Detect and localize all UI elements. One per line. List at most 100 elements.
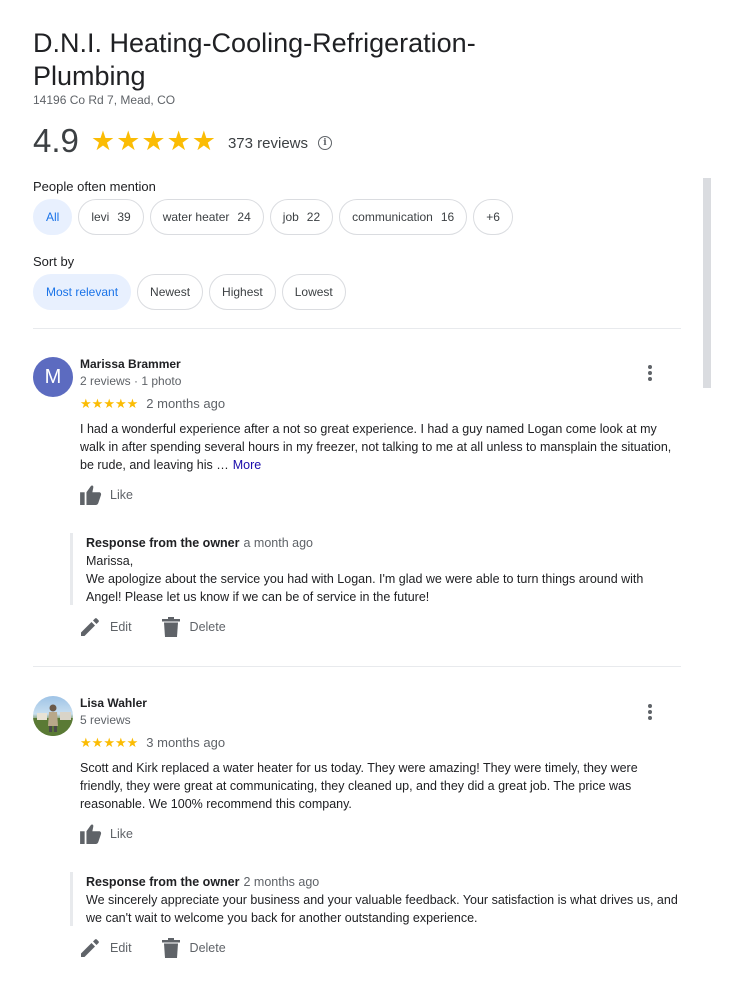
- chip-all[interactable]: All: [33, 199, 73, 235]
- mentions-label: People often mention: [33, 179, 156, 194]
- response-title: Response from the owner: [86, 536, 240, 550]
- delete-button[interactable]: Delete: [161, 938, 226, 958]
- divider: [33, 328, 681, 329]
- chip-label: All: [46, 210, 60, 224]
- reviewer-meta: 5 reviews: [80, 713, 131, 727]
- chip-label: communication: [352, 210, 433, 224]
- sort-option-label: Newest: [150, 285, 191, 299]
- business-name: D.N.I. Heating-Cooling-Refrigeration-Plu…: [33, 28, 476, 91]
- sort-option-label: Most relevant: [46, 285, 119, 299]
- response-title: Response from the owner: [86, 875, 240, 889]
- pencil-icon: [81, 618, 99, 636]
- edit-button[interactable]: Edit: [80, 938, 132, 958]
- chip-count: 16: [440, 210, 455, 224]
- chip-water-heater[interactable]: water heater 24: [149, 199, 264, 235]
- chip-label: levi: [91, 210, 110, 224]
- review-text: Scott and Kirk replaced a water heater f…: [80, 761, 638, 811]
- like-label: Like: [110, 827, 133, 841]
- scrollbar[interactable]: [703, 178, 711, 388]
- review-card: M Marissa Brammer 2 reviews · 1 photo ★ …: [33, 357, 681, 647]
- owner-response: Response from the owner 2 months ago We s…: [70, 872, 681, 926]
- review-date: 3 months ago: [146, 735, 226, 750]
- delete-button[interactable]: Delete: [161, 617, 226, 637]
- avatar-photo: [33, 704, 73, 736]
- reviewer-name[interactable]: Marissa Brammer: [80, 357, 181, 371]
- owner-response: Response from the owner a month ago Maris…: [70, 533, 681, 605]
- review-card: Lisa Wahler 5 reviews ★ ★ ★ ★ ★ 3 months…: [33, 696, 681, 976]
- review-rating: ★ ★ ★ ★ ★ 2 months ago: [80, 396, 225, 411]
- avatar[interactable]: [33, 696, 73, 736]
- star-icon: ★: [191, 125, 216, 156]
- rating-summary: 4.9 ★ ★ ★ ★ ★ 373 reviews i: [33, 122, 333, 160]
- rating-value: 4.9: [33, 122, 79, 159]
- star-icon: ★: [90, 125, 116, 156]
- reviewer-name[interactable]: Lisa Wahler: [80, 696, 147, 710]
- info-icon[interactable]: i: [318, 136, 333, 150]
- chip-count: 24: [237, 210, 251, 224]
- like-button[interactable]: Like: [80, 485, 133, 505]
- sort-newest[interactable]: Newest: [137, 274, 204, 310]
- divider: [33, 666, 681, 667]
- reviewer-meta: 2 reviews · 1 photo: [80, 374, 182, 388]
- delete-label: Delete: [189, 620, 226, 634]
- thumbs-up-icon: [80, 485, 102, 505]
- review-rating: ★ ★ ★ ★ ★ 3 months ago: [80, 735, 225, 750]
- chip-levi[interactable]: levi 39: [78, 199, 144, 235]
- star-icon: ★: [80, 396, 92, 411]
- trash-icon: [161, 938, 180, 958]
- edit-label: Edit: [110, 620, 132, 634]
- star-icon: ★: [80, 735, 92, 750]
- chip-communication[interactable]: communication 16: [339, 199, 468, 235]
- business-address: 14196 Co Rd 7, Mead, CO: [33, 93, 176, 107]
- sort-label: Sort by: [33, 254, 75, 269]
- star-icon: ★: [126, 735, 139, 750]
- rating-stars: ★ ★ ★ ★ ★: [90, 125, 216, 156]
- chip-label: job: [282, 210, 299, 224]
- review-body: I had a wonderful experience after a not…: [80, 422, 672, 472]
- star-icon: ★: [116, 125, 141, 156]
- chip-label: water heater: [162, 210, 230, 224]
- like-button[interactable]: Like: [80, 824, 133, 844]
- star-icon: ★: [114, 396, 127, 411]
- edit-button[interactable]: Edit: [80, 617, 132, 637]
- sort-most-relevant[interactable]: Most relevant: [33, 274, 132, 310]
- star-icon: ★: [91, 735, 104, 750]
- chip-job[interactable]: job 22: [269, 199, 334, 235]
- thumbs-up-icon: [80, 824, 102, 844]
- chip-more[interactable]: +6: [473, 199, 513, 235]
- star-icon: ★: [103, 735, 115, 750]
- response-text: We sincerely appreciate your business an…: [86, 893, 678, 925]
- mention-chips: All levi 39 water heater 24 job 22 communic…: [33, 199, 513, 235]
- chip-count: 22: [306, 210, 321, 224]
- like-label: Like: [110, 488, 133, 502]
- more-link[interactable]: More: [233, 458, 261, 472]
- pencil-icon: [81, 939, 99, 957]
- edit-label: Edit: [110, 941, 132, 955]
- star-icon: ★: [126, 396, 139, 411]
- star-icon: ★: [141, 125, 166, 156]
- more-options-icon[interactable]: [644, 363, 656, 383]
- avatar[interactable]: M: [33, 357, 73, 397]
- sort-option-label: Highest: [222, 285, 263, 299]
- sort-lowest[interactable]: Lowest: [281, 274, 346, 310]
- review-text: I had a wonderful experience after a not…: [80, 420, 680, 474]
- star-icon: ★: [166, 125, 191, 156]
- trash-icon: [161, 617, 180, 637]
- star-icon: ★: [114, 735, 127, 750]
- chip-count: 39: [117, 210, 131, 224]
- sort-options: Most relevant Newest Highest Lowest: [33, 274, 346, 310]
- review-count: 373 reviews: [227, 134, 309, 152]
- response-date: 2 months ago: [243, 875, 320, 889]
- sort-option-label: Lowest: [294, 285, 333, 299]
- delete-label: Delete: [189, 941, 226, 955]
- response-actions: Edit Delete: [80, 617, 226, 637]
- response-text: Marissa, We apologize about the service …: [86, 554, 644, 604]
- star-icon: ★: [91, 396, 104, 411]
- chip-label: +6: [486, 210, 500, 224]
- response-actions: Edit Delete: [80, 938, 226, 958]
- sort-highest[interactable]: Highest: [209, 274, 276, 310]
- response-date: a month ago: [243, 536, 314, 550]
- star-icon: ★: [103, 396, 115, 411]
- review-date: 2 months ago: [146, 396, 226, 411]
- more-options-icon[interactable]: [644, 702, 656, 722]
